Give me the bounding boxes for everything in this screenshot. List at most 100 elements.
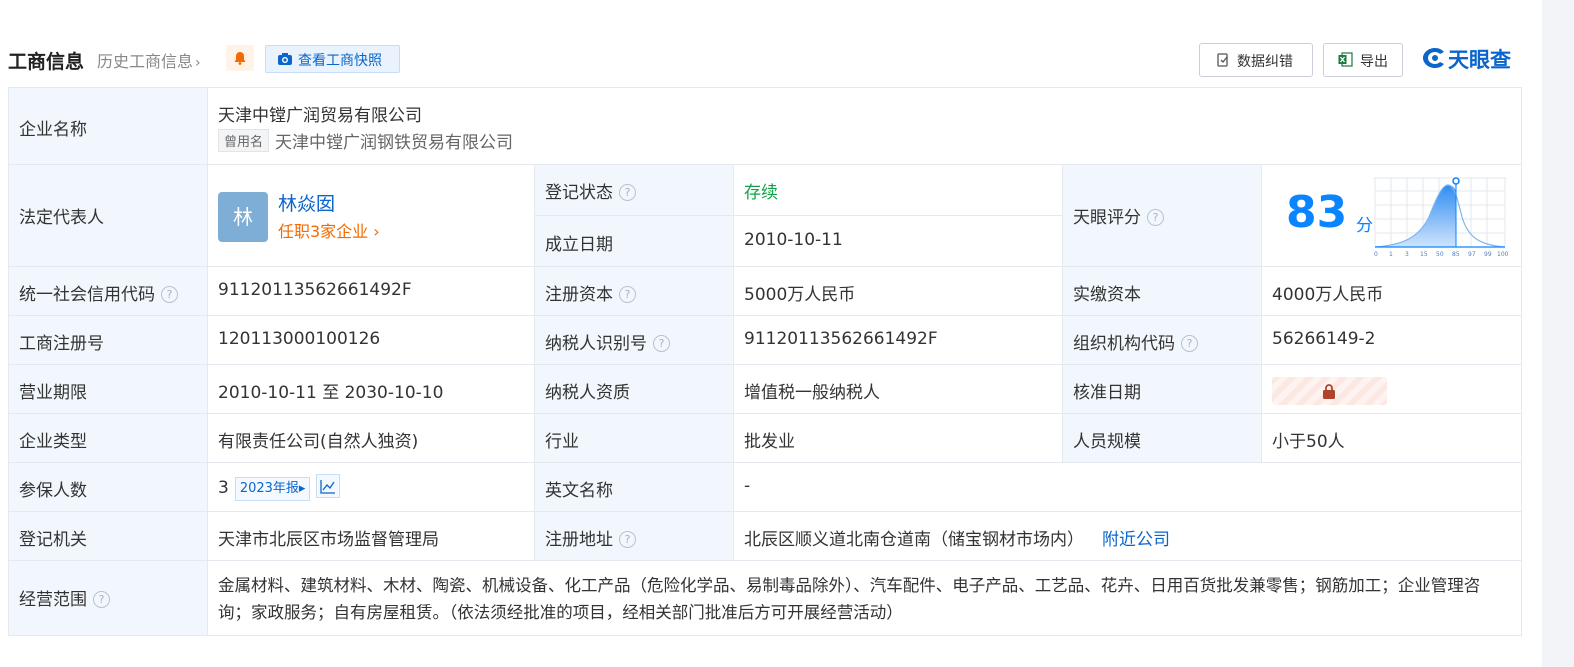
approval-date-label-cell: 核准日期: [1063, 365, 1262, 414]
camera-icon: [278, 53, 292, 65]
authority-value: 天津市北辰区市场监督管理局: [218, 530, 439, 550]
history-link[interactable]: 历史工商信息 ›: [97, 48, 201, 72]
annual-report-link[interactable]: 2023年报▸: [234, 477, 311, 501]
company-type-label-cell: 企业类型: [9, 414, 208, 463]
business-info-table: 企业名称 天津中镗广润贸易有限公司 曾用名 天津中镗广润钢铁贸易有限公司 法定代表…: [8, 87, 1522, 636]
reg-capital-label: 注册资本: [545, 285, 613, 305]
term-label-cell: 营业期限: [9, 365, 208, 414]
positions-link[interactable]: 任职3家企业 ›: [278, 218, 380, 242]
credit-code-value: 91120113562661492F: [218, 280, 412, 300]
score-label-cell: 天眼评分?: [1063, 165, 1262, 267]
legal-rep-label: 法定代表人: [19, 208, 104, 228]
org-code-label-cell: 组织机构代码?: [1063, 316, 1262, 365]
chevron-right-icon: ›: [195, 55, 201, 71]
help-icon[interactable]: ?: [1147, 209, 1164, 226]
report-error-icon: [1217, 53, 1228, 67]
insured-label: 参保人数: [19, 481, 87, 501]
org-code-cell: 56266149-2: [1262, 316, 1521, 365]
brand-name: 天眼查: [1448, 48, 1511, 72]
reg-capital-label-cell: 注册资本?: [535, 267, 734, 316]
company-name-label-cell: 企业名称: [9, 88, 208, 165]
former-name: 天津中镗广润钢铁贸易有限公司: [275, 133, 514, 153]
taxpayer-qual-label: 纳税人资质: [545, 383, 630, 403]
locked-value[interactable]: [1272, 377, 1387, 405]
status-value-cell: 存续: [734, 165, 1063, 216]
positions-link-label: 任职3家企业: [278, 222, 369, 241]
reg-no-value: 120113000100126: [218, 329, 381, 349]
address-value: 北辰区顺义道北南仓道南（储宝钢材市场内）: [744, 530, 1084, 550]
brand-logo-icon: [1423, 48, 1444, 68]
reg-capital-cell: 5000万人民币: [734, 267, 1063, 316]
scope-value: 金属材料、建筑材料、木材、陶瓷、机械设备、化工产品（危险化学品、易制毒品除外）、…: [218, 576, 1481, 622]
scope-label: 经营范围: [19, 590, 87, 610]
help-icon[interactable]: ?: [93, 591, 110, 608]
follow-bell-button[interactable]: [226, 45, 254, 71]
axis-tick: 0: [1374, 251, 1378, 258]
annual-report-label: 2023年报: [239, 481, 299, 496]
help-icon[interactable]: ?: [619, 184, 636, 201]
section-header: 工商信息 历史工商信息 › 查看工商快照 数据纠错 导出 天眼查: [8, 40, 1522, 80]
reg-no-cell: 120113000100126: [208, 316, 535, 365]
legal-rep-name-link[interactable]: 林焱囡: [278, 189, 335, 216]
trend-icon: [320, 480, 336, 494]
help-icon[interactable]: ?: [161, 286, 178, 303]
axis-tick: 1: [1389, 251, 1393, 258]
insured-value: 3: [218, 478, 229, 498]
english-name-cell: -: [734, 463, 1521, 512]
axis-tick: 15: [1420, 251, 1428, 258]
authority-label: 登记机关: [19, 530, 87, 550]
avatar[interactable]: 林: [218, 192, 268, 242]
authority-cell: 天津市北辰区市场监督管理局: [208, 512, 535, 561]
axis-tick: 99: [1484, 251, 1492, 258]
founded-label: 成立日期: [545, 235, 613, 255]
taxpayer-id-value: 91120113562661492F: [744, 329, 938, 349]
nearby-companies-link[interactable]: 附近公司: [1102, 530, 1170, 550]
reg-no-label: 工商注册号: [19, 334, 104, 354]
staff-size-label-cell: 人员规模: [1063, 414, 1262, 463]
founded-label-cell: 成立日期: [535, 216, 734, 267]
axis-tick: 3: [1405, 251, 1409, 258]
axis-tick: 97: [1468, 251, 1476, 258]
data-error-button[interactable]: 数据纠错: [1199, 43, 1313, 77]
snapshot-button[interactable]: 查看工商快照: [265, 45, 400, 73]
score-unit: 分: [1356, 216, 1373, 236]
authority-label-cell: 登记机关: [9, 512, 208, 561]
score-value: 83: [1286, 187, 1348, 238]
status-value: 存续: [744, 183, 778, 203]
paid-capital-label-cell: 实缴资本: [1063, 267, 1262, 316]
term-value: 2010-10-11 至 2030-10-10: [218, 383, 444, 403]
paid-capital-label: 实缴资本: [1073, 285, 1141, 305]
company-name: 天津中镗广润贸易有限公司: [218, 106, 422, 126]
help-icon[interactable]: ?: [653, 335, 670, 352]
axis-tick: 50: [1436, 251, 1444, 258]
industry-value: 批发业: [744, 432, 795, 452]
trend-chart-button[interactable]: [316, 474, 341, 498]
chevron-right-icon: ›: [373, 222, 380, 241]
help-icon[interactable]: ?: [619, 531, 636, 548]
axis-tick: 100: [1497, 251, 1508, 258]
help-icon[interactable]: ?: [619, 286, 636, 303]
help-icon[interactable]: ?: [1181, 335, 1198, 352]
founded-value: 2010-10-11: [744, 230, 843, 250]
credit-code-cell: 91120113562661492F: [208, 267, 535, 316]
score-distribution-chart: 0 1 3 15 50 85 97 99 100: [1374, 177, 1508, 258]
score-cell[interactable]: 83 分 0 1 3 15 50 85 97 99 100: [1262, 165, 1521, 267]
credit-code-label: 统一社会信用代码: [19, 285, 155, 305]
approval-date-label: 核准日期: [1073, 383, 1141, 403]
company-type-cell: 有限责任公司(自然人独资): [208, 414, 535, 463]
company-name-cell: 天津中镗广润贸易有限公司 曾用名 天津中镗广润钢铁贸易有限公司: [208, 88, 1521, 165]
export-button[interactable]: 导出: [1323, 43, 1403, 77]
address-label-cell: 注册地址?: [535, 512, 734, 561]
lock-icon: [1323, 384, 1335, 399]
taxpayer-qual-label-cell: 纳税人资质: [535, 365, 734, 414]
founded-value-cell: 2010-10-11: [734, 216, 1063, 267]
approval-date-cell: [1262, 365, 1521, 414]
paid-capital-cell: 4000万人民币: [1262, 267, 1521, 316]
page-gutter: [1542, 0, 1574, 667]
caret-right-icon: ▸: [298, 481, 306, 496]
score-marker: [1452, 177, 1460, 185]
term-label: 营业期限: [19, 383, 87, 403]
history-link-label: 历史工商信息: [97, 52, 194, 71]
score-area: [1375, 185, 1456, 247]
snapshot-label: 查看工商快照: [298, 53, 382, 69]
